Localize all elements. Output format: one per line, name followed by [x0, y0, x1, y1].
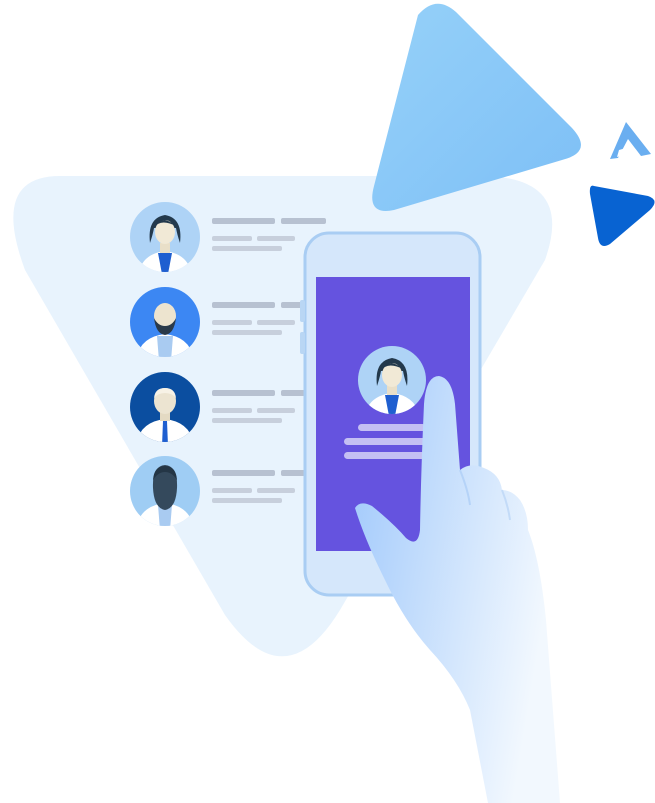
logo-a-icon	[610, 122, 651, 159]
telehealth-illustration	[13, 3, 655, 803]
decorative-triangle-small	[589, 185, 655, 246]
decorative-triangle-top	[372, 3, 581, 212]
illustration-stage	[0, 0, 655, 803]
